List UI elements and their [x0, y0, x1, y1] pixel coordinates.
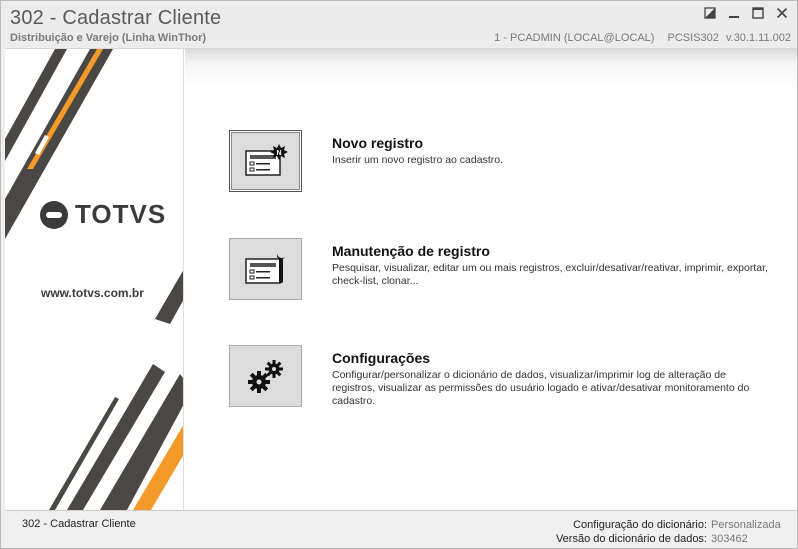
main-content: TOTVS www.totvs.com.br N Novo registro I…: [5, 48, 797, 510]
program-code: PCSIS302: [667, 32, 719, 44]
settings-button[interactable]: [229, 345, 302, 407]
window-subtitle: Distribuição e Varejo (Linha WinThor): [10, 32, 207, 44]
maintenance-description: Pesquisar, visualizar, editar um ou mais…: [332, 262, 768, 287]
dict-config-value: Personalizada: [711, 519, 781, 531]
banner-stripes: [5, 49, 183, 510]
dict-version-value: 303462: [711, 533, 748, 545]
action-maintenance: Manutenção de registro Pesquisar, visual…: [229, 238, 789, 302]
window-controls: [703, 6, 789, 20]
logo-text: TOTVS: [75, 199, 167, 229]
totvs-banner: TOTVS www.totvs.com.br: [5, 49, 184, 510]
settings-title[interactable]: Configurações: [332, 350, 430, 366]
minimize-icon[interactable]: [727, 6, 741, 20]
restore-icon[interactable]: [703, 6, 717, 20]
maximize-icon[interactable]: [751, 6, 765, 20]
totvs-logo-icon: [40, 200, 68, 229]
action-settings: Configurações Configurar/personalizar o …: [229, 345, 789, 409]
dict-config-label: Configuração do dicionário:: [573, 519, 707, 531]
window-title: 302 - Cadastrar Cliente: [10, 7, 222, 29]
maintenance-icon: [244, 253, 285, 284]
title-bar[interactable]: 302 - Cadastrar Cliente Distribuição e V…: [1, 1, 797, 47]
action-panel: N Novo registro Inserir um novo registro…: [185, 49, 797, 510]
status-bar: 302 - Cadastrar Cliente Configuração do …: [5, 510, 797, 548]
status-program: 302 - Cadastrar Cliente: [22, 518, 136, 530]
totvs-logo: TOTVS: [39, 199, 166, 230]
session-info: 1 - PCADMIN (LOCAL@LOCAL) PCSIS302 v.30.…: [484, 32, 791, 44]
dict-version-label: Versão do dicionário de dados:: [555, 533, 707, 545]
website-link: www.totvs.com.br: [41, 286, 144, 300]
new-record-description: Inserir um novo registro ao cadastro.: [332, 154, 503, 166]
maintenance-title[interactable]: Manutenção de registro: [332, 243, 490, 259]
new-record-title[interactable]: Novo registro: [332, 135, 423, 151]
user-info: 1 - PCADMIN (LOCAL@LOCAL): [494, 32, 655, 44]
action-new-record: N Novo registro Inserir um novo registro…: [229, 130, 789, 194]
new-record-button[interactable]: N: [229, 130, 302, 192]
app-window: 302 - Cadastrar Cliente Distribuição e V…: [0, 0, 798, 549]
settings-description: Configurar/personalizar o dicionário de …: [332, 369, 750, 407]
dictionary-info: Configuração do dicionário: Personalizada…: [556, 518, 783, 546]
new-record-icon: N: [244, 144, 288, 176]
gears-icon: [247, 360, 283, 393]
svg-text:N: N: [276, 150, 281, 157]
program-version: v.30.1.11.002: [725, 32, 791, 44]
close-icon[interactable]: [775, 6, 789, 20]
maintenance-button[interactable]: [229, 238, 302, 300]
